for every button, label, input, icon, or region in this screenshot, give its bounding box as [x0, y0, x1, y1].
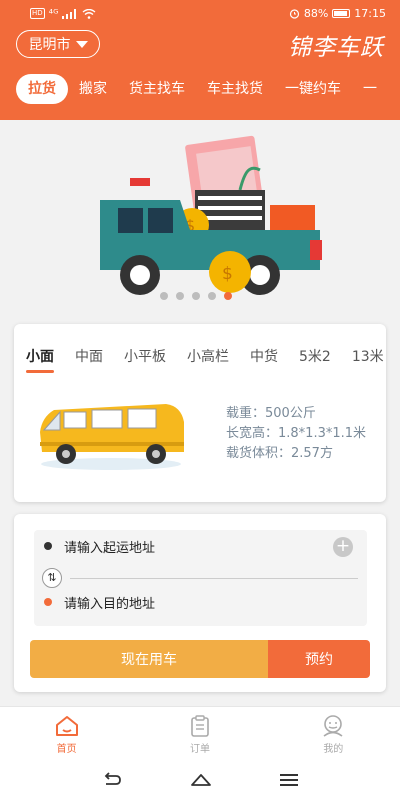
network-indicator: ⁴ᴳ — [48, 7, 59, 20]
carousel-indicator — [160, 292, 232, 300]
spec-volume: 载货体积：2.57方 — [226, 446, 333, 461]
home-nav-icon[interactable] — [190, 772, 212, 788]
carousel-dot[interactable] — [208, 292, 216, 300]
carousel-dot[interactable] — [176, 292, 184, 300]
system-nav-bar — [0, 760, 400, 800]
tab-chezhu-zhaohuo[interactable]: 车主找货 — [196, 74, 274, 104]
vehicle-type-card: 小面 中面 小平板 小高栏 中货 5米2 13米 载重：500公斤 长宽高：1.… — [14, 324, 386, 502]
spec-dimensions: 长宽高：1.8*1.3*1.1米 — [226, 426, 367, 441]
from-address-input[interactable]: 请输入起运地址 — [64, 537, 155, 556]
vehicle-tab-xiaogaolan[interactable]: 小高栏 — [187, 346, 229, 366]
home-icon — [55, 716, 78, 736]
vehicle-tab-xiaopingban[interactable]: 小平板 — [124, 346, 166, 366]
header: HD ⁴ᴳ 88% 17:15 昆明市 锦李车跃 拉货 搬家 货主找车 车主找货… — [0, 0, 400, 120]
plus-icon[interactable]: + — [333, 537, 353, 557]
clock: 17:15 — [354, 7, 386, 20]
destination-dot-icon — [44, 598, 52, 606]
back-icon[interactable] — [102, 772, 122, 788]
to-address-row[interactable]: 请输入目的地址 — [44, 592, 155, 612]
city-selector[interactable]: 昆明市 — [16, 30, 100, 58]
vehicle-tab-zhongmian[interactable]: 中面 — [75, 346, 103, 366]
tab-yijian-yueche[interactable]: 一键约车 — [274, 74, 352, 104]
route-card: 请输入起运地址 + ⇅ 请输入目的地址 现在用车 预约 — [14, 514, 386, 692]
vehicle-tab-zhonghuo[interactable]: 中货 — [250, 346, 278, 366]
carousel-dot[interactable] — [160, 292, 168, 300]
city-label: 昆明市 — [28, 37, 71, 53]
clipboard-icon — [191, 715, 209, 737]
brand-title: 锦李车跃 — [288, 35, 384, 61]
svg-text:$: $ — [222, 264, 233, 284]
vehicle-type-tabs: 小面 中面 小平板 小高栏 中货 5米2 13米 — [26, 346, 386, 373]
book-button[interactable]: 预约 — [268, 640, 370, 678]
nav-orders-label: 订单 — [189, 744, 210, 755]
status-bar: HD ⁴ᴳ 88% 17:15 — [0, 0, 400, 28]
vehicle-specs: 载重：500公斤 长宽高：1.8*1.3*1.1米 载货体积：2.57方 — [226, 404, 366, 464]
alarm-icon — [289, 9, 299, 19]
vehicle-tab-xiaomian[interactable]: 小面 — [26, 346, 54, 373]
vehicle-tab-13m[interactable]: 13米 — [352, 346, 384, 366]
nav-home[interactable]: 首页 — [0, 707, 133, 760]
origin-dot-icon — [44, 542, 52, 550]
battery-percent: 88% — [303, 7, 329, 20]
service-tabs: 拉货 搬家 货主找车 车主找货 一键约车 一 — [16, 74, 400, 104]
menu-icon[interactable] — [280, 773, 298, 787]
nav-home-label: 首页 — [56, 744, 77, 755]
use-now-button[interactable]: 现在用车 — [30, 640, 268, 678]
caret-down-icon — [75, 40, 88, 48]
tab-more[interactable]: 一 — [352, 74, 388, 104]
from-address-row[interactable]: 请输入起运地址 — [44, 536, 155, 556]
battery-icon — [332, 9, 351, 18]
tab-huozhu-zhaoche[interactable]: 货主找车 — [118, 74, 196, 104]
signal-icon — [62, 8, 77, 19]
spec-load: 载重：500公斤 — [226, 406, 316, 421]
user-icon — [323, 715, 343, 737]
carousel-dot-active[interactable] — [224, 292, 232, 300]
banner-truck-illustration[interactable]: $ $ — [70, 130, 340, 305]
tab-banjia[interactable]: 搬家 — [68, 74, 118, 104]
van-image — [40, 404, 184, 470]
swap-icon[interactable]: ⇅ — [42, 568, 62, 588]
nav-mine-label: 我的 — [323, 744, 344, 755]
address-box: 请输入起运地址 + ⇅ 请输入目的地址 — [34, 530, 367, 626]
divider — [70, 578, 358, 579]
nav-mine[interactable]: 我的 — [267, 707, 400, 760]
to-address-input[interactable]: 请输入目的地址 — [64, 593, 155, 612]
carousel-dot[interactable] — [192, 292, 200, 300]
hd-badge: HD — [30, 8, 45, 19]
tab-lahuo[interactable]: 拉货 — [16, 74, 68, 104]
wifi-icon — [82, 8, 96, 19]
bottom-nav: 首页 订单 我的 — [0, 706, 400, 760]
nav-orders[interactable]: 订单 — [133, 707, 266, 760]
vehicle-tab-5m2[interactable]: 5米2 — [299, 346, 331, 366]
